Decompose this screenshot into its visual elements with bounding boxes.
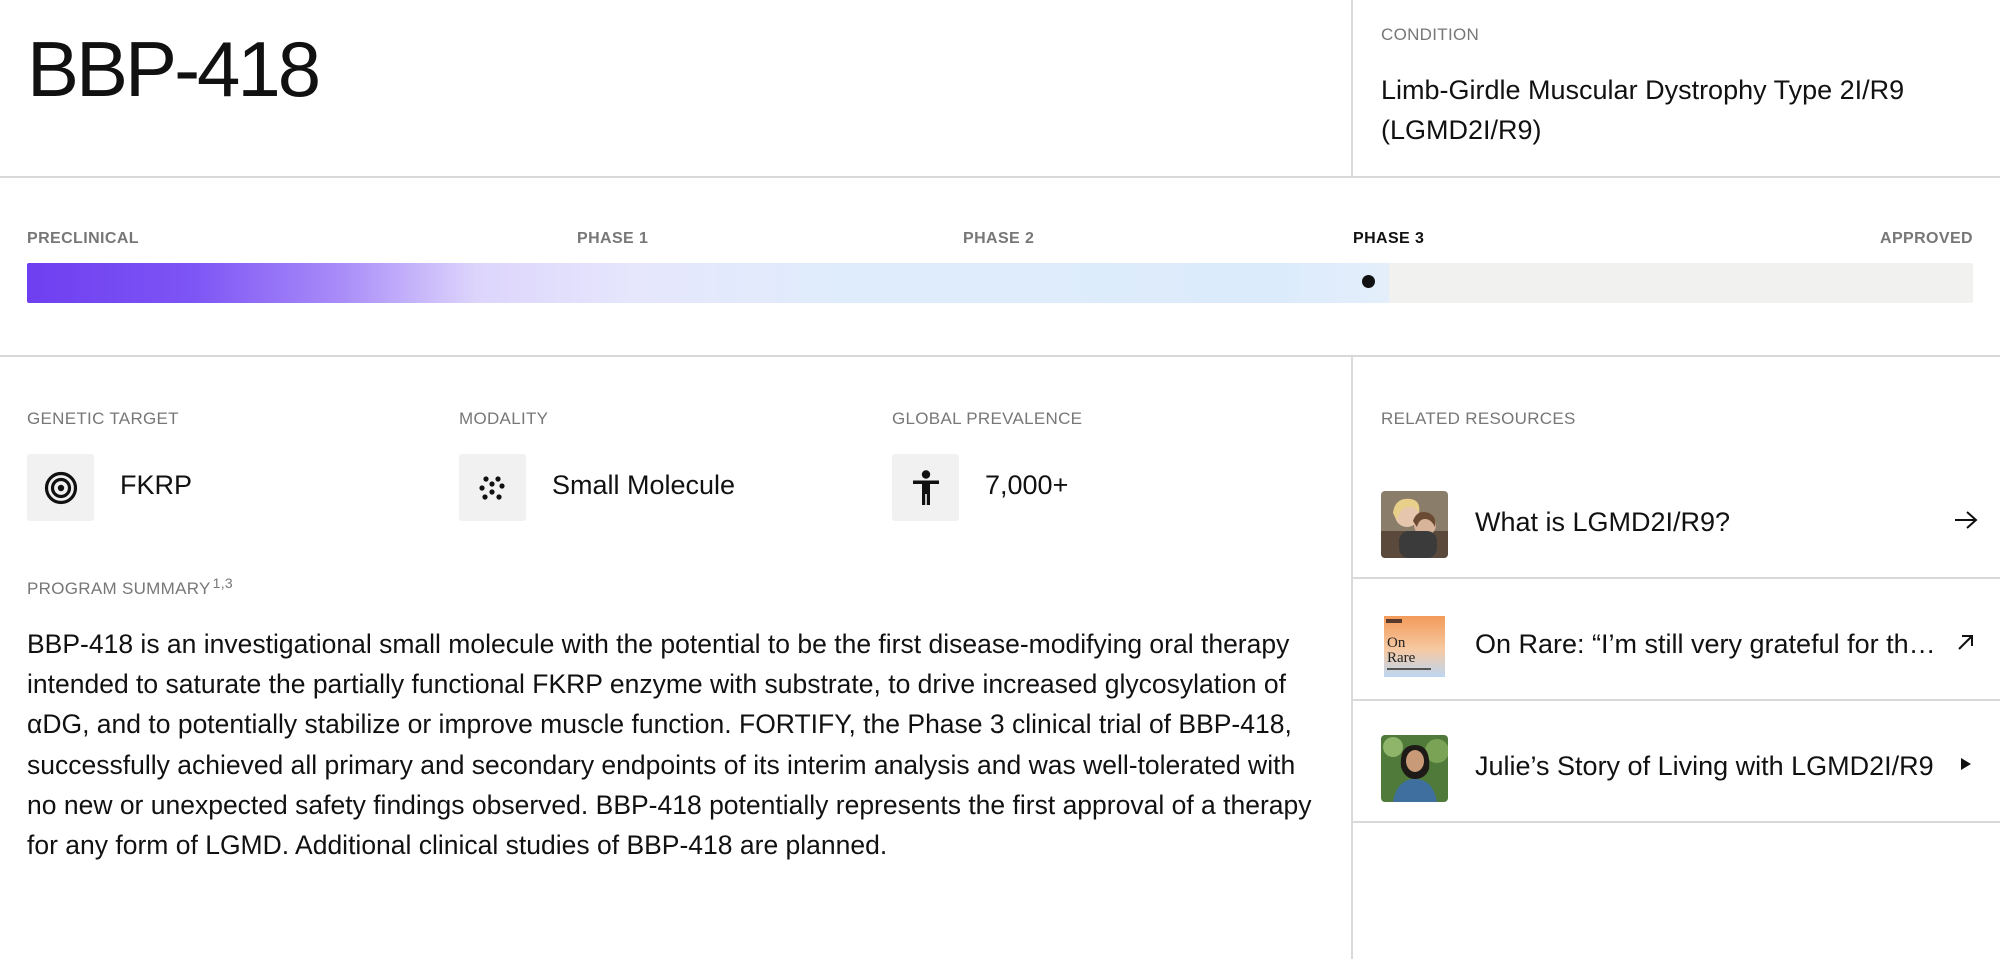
resource-thumbnail: On Rare [1381, 613, 1448, 680]
stat-value: 7,000+ [985, 470, 1069, 500]
title-panel: BBP-418 [0, 0, 1351, 176]
resource-item-julies-story[interactable]: Julie’s Story of Living with LGMD2I/R9 [1353, 701, 2000, 823]
progress-fill [27, 263, 1390, 303]
target-icon [27, 454, 94, 521]
summary-text: BBP-418 is an investigational small mole… [27, 629, 1312, 861]
svg-text:On: On [1387, 635, 1406, 651]
resource-item-what-is[interactable]: What is LGMD2I/R9? [1353, 457, 2000, 579]
resource-thumbnail [1381, 735, 1448, 802]
stat-value: FKRP [120, 470, 193, 500]
resource-title: What is LGMD2I/R9? [1475, 507, 1731, 537]
progress-track [27, 263, 1973, 303]
person-icon [892, 454, 959, 521]
resource-thumbnail [1381, 491, 1448, 558]
summary-footnotes[interactable]: 1,3 [213, 575, 233, 591]
resource-title: Julie’s Story of Living with LGMD2I/R9 [1475, 751, 1934, 781]
summary-label-text: PROGRAM SUMMARY [27, 579, 211, 598]
condition-value: Limb-Girdle Muscular Dystrophy Type 2I/R… [1381, 75, 1905, 145]
stat-label: GENETIC TARGET [27, 409, 179, 428]
arrow-right-icon[interactable] [1951, 505, 1981, 535]
stage-phase-3: PHASE 3 [1353, 230, 1425, 247]
stage-preclinical: PRECLINICAL [27, 230, 139, 247]
molecule-icon [459, 454, 526, 521]
stat-label: GLOBAL PREVALENCE [892, 409, 1083, 428]
related-resources: RELATED RESOURCES What is LGMD2I/R9? On … [1351, 357, 2000, 959]
program-header: BBP-418 CONDITION Limb-Girdle Muscular D… [0, 0, 2000, 178]
summary-label: PROGRAM SUMMARY 1,3 [27, 575, 233, 599]
stat-label: MODALITY [459, 409, 549, 428]
stage-approved: APPROVED [1880, 230, 1973, 247]
resource-title: On Rare: “I’m still very grateful for th… [1475, 629, 1945, 659]
play-icon[interactable] [1951, 749, 1981, 779]
svg-text:Rare: Rare [1387, 650, 1416, 666]
resource-item-on-rare[interactable]: On Rare On Rare: “I’m still very gratefu… [1353, 579, 2000, 701]
drug-name: BBP-418 [27, 25, 321, 113]
condition-panel: CONDITION Limb-Girdle Muscular Dystrophy… [1351, 0, 2000, 176]
arrow-up-right-icon[interactable] [1951, 627, 1981, 657]
program-details: GENETIC TARGET FKRP MODALITY Small Molec… [0, 357, 1351, 959]
pipeline-progress: PRECLINICAL PHASE 1 PHASE 2 PHASE 3 APPR… [0, 178, 2000, 357]
stat-value: Small Molecule [552, 470, 736, 500]
condition-label: CONDITION [1381, 25, 1480, 44]
stage-phase-1: PHASE 1 [577, 230, 649, 247]
resources-label: RELATED RESOURCES [1381, 409, 1576, 428]
stage-phase-2: PHASE 2 [963, 230, 1035, 247]
